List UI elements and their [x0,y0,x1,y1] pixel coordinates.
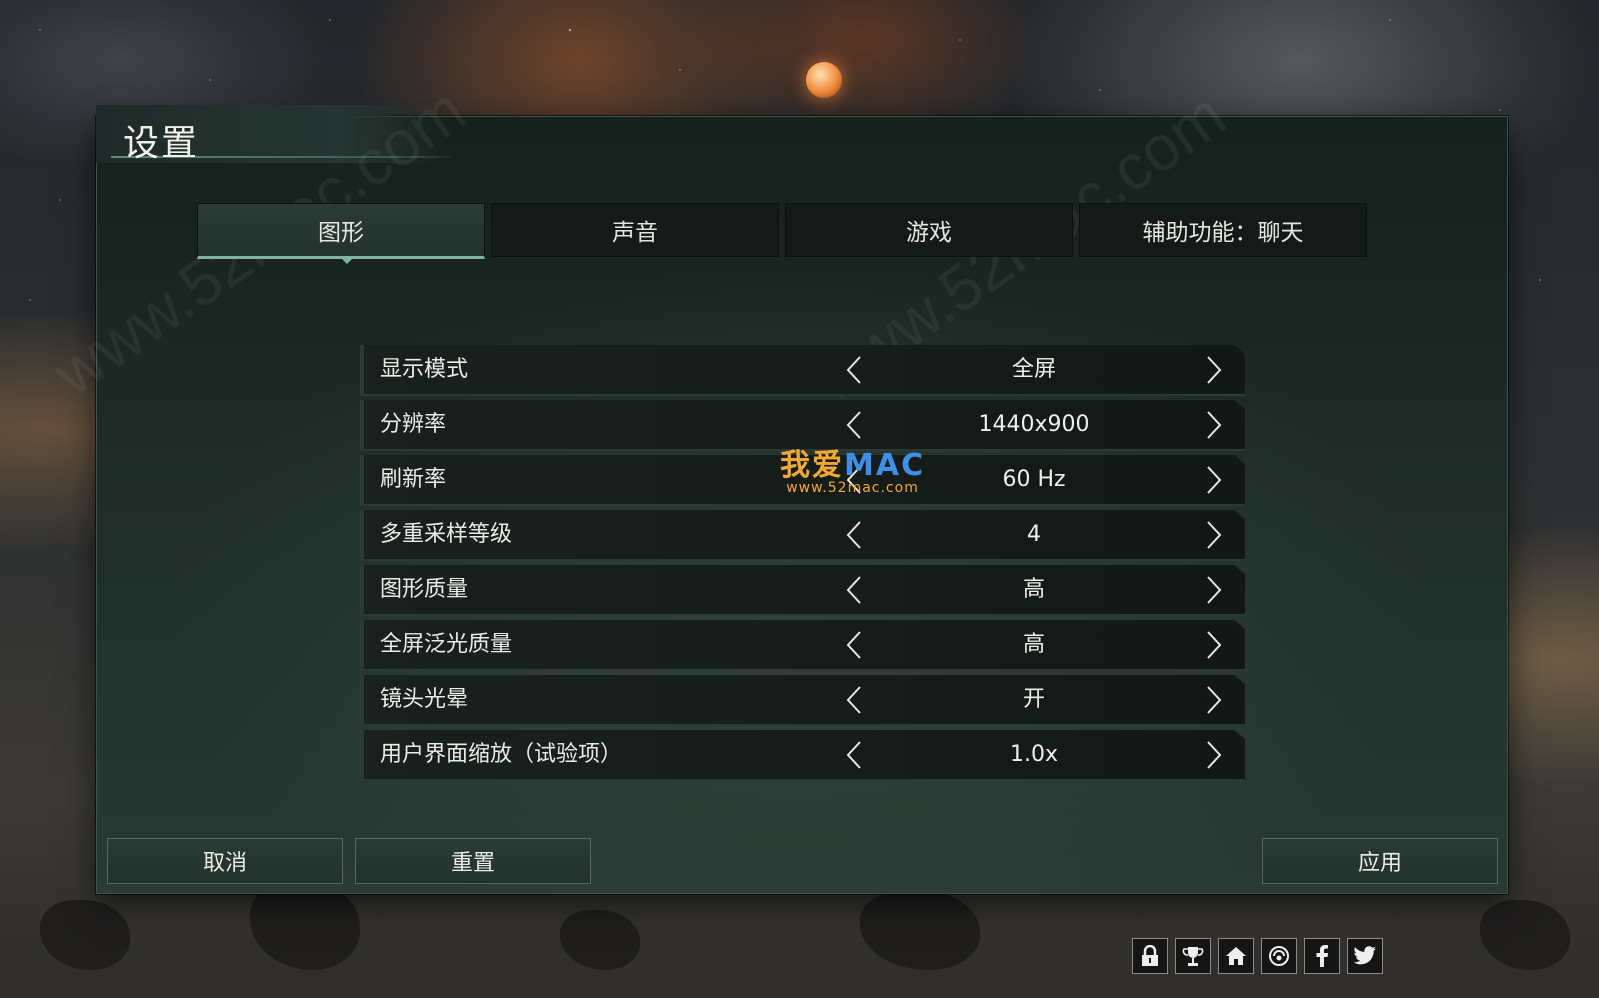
chevron-left-icon[interactable] [834,734,874,775]
setting-label: 刷新率 [380,467,447,492]
setting-label: 多重采样等级 [380,522,513,547]
cancel-button[interactable]: 取消 [107,838,343,884]
site-watermark: 我爱MAC www.52mac.com [780,440,925,496]
setting-value: 高 [1022,632,1045,657]
apply-button[interactable]: 应用 [1262,838,1498,884]
chevron-right-icon[interactable] [1194,679,1234,720]
setting-label: 用户界面缩放（试验项） [380,742,623,767]
tab-graphics[interactable]: 图形 [197,203,485,259]
setting-value: 1.0x [1009,742,1058,767]
chevron-right-icon[interactable] [1194,459,1234,500]
chevron-right-icon[interactable] [1194,514,1234,555]
active-tab-indicator [339,256,355,264]
setting-label: 镜头光晕 [380,687,469,712]
planet-decoration [806,62,842,98]
chevron-right-icon[interactable] [1194,734,1234,775]
chevron-left-icon[interactable] [834,404,874,445]
setting-value: 4 [1027,522,1041,547]
reset-button[interactable]: 重置 [355,838,591,884]
watermark-url: www.52mac.com [786,480,919,496]
facebook-icon[interactable] [1304,938,1340,974]
watermark-en: MAC [844,448,926,483]
chevron-right-icon[interactable] [1194,404,1234,445]
chevron-right-icon[interactable] [1194,349,1234,390]
setting-label: 分辨率 [380,412,447,437]
chevron-left-icon[interactable] [834,624,874,665]
page-title: 设置 [123,123,200,164]
home-icon[interactable] [1218,938,1254,974]
setting-row-bloom-quality: 全屏泛光质量 高 [360,620,1245,671]
tab-sound[interactable]: 声音 [491,203,779,257]
tab-accessibility-chat[interactable]: 辅助功能：聊天 [1079,203,1367,257]
watermark-logo: 我爱MAC [780,440,925,484]
setting-row-graphics-quality: 图形质量 高 [360,565,1245,616]
setting-label: 显示模式 [380,357,469,382]
chevron-left-icon[interactable] [834,349,874,390]
chevron-left-icon[interactable] [834,514,874,555]
lock-icon[interactable] [1132,938,1168,974]
setting-row-ui-scale: 用户界面缩放（试验项） 1.0x [360,730,1245,781]
chevron-left-icon[interactable] [834,679,874,720]
settings-list: 显示模式 全屏 分辨率 1440x900 刷新率 60 Hz 多重采样等级 4 … [360,345,1245,785]
trophy-icon[interactable] [1175,938,1211,974]
setting-value: 全屏 [1011,357,1056,382]
setting-row-lens-flare: 镜头光晕 开 [360,675,1245,726]
tab-game[interactable]: 游戏 [785,203,1073,257]
twitter-icon[interactable] [1347,938,1383,974]
chevron-right-icon[interactable] [1194,569,1234,610]
setting-row-display-mode: 显示模式 全屏 [360,345,1245,396]
social-icon-bar [1132,938,1383,974]
chevron-right-icon[interactable] [1194,624,1234,665]
setting-row-multisampling: 多重采样等级 4 [360,510,1245,561]
setting-label: 全屏泛光质量 [380,632,513,657]
setting-value: 高 [1022,577,1045,602]
paradox-icon[interactable] [1261,938,1297,974]
chevron-left-icon[interactable] [834,569,874,610]
setting-value: 开 [1022,687,1045,712]
setting-label: 图形质量 [380,577,469,602]
watermark-cn: 我爱 [780,448,844,483]
